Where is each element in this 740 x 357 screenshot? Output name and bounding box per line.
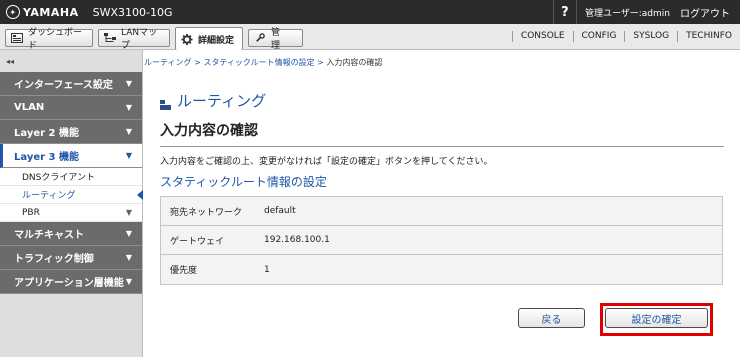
- sidebar-item-label: トラフィック制御: [14, 254, 94, 265]
- breadcrumb-link-routing[interactable]: ルーティング: [144, 58, 192, 67]
- syslog-link[interactable]: SYSLOG: [624, 31, 677, 42]
- breadcrumb-current: 入力内容の確認: [326, 58, 383, 67]
- tab-label: LANマップ: [121, 28, 158, 51]
- table-row: ゲートウェイ 192.168.100.1: [161, 226, 722, 255]
- chevron-down-icon: ▼: [125, 277, 132, 286]
- sidebar-item-multicast[interactable]: マルチキャスト ▼: [0, 222, 142, 246]
- lanmap-icon: [104, 33, 116, 43]
- sidebar-item-label: インターフェース設定: [14, 80, 113, 91]
- sidebar-collapse-button[interactable]: ◂◂: [0, 50, 142, 72]
- sidebar-item-label: アプリケーション層機能: [14, 278, 124, 289]
- chevron-down-icon: ▼: [125, 253, 132, 262]
- confirm-settings-button[interactable]: 設定の確定: [605, 308, 708, 328]
- divider: [160, 146, 724, 147]
- sidebar-subitem-routing[interactable]: ルーティング: [0, 186, 143, 204]
- tab-label: ダッシュボード: [28, 28, 83, 51]
- tab-label: 管 理: [271, 28, 290, 51]
- sidebar-subitem-label: PBR: [22, 207, 40, 218]
- chevron-down-icon: ▼: [125, 229, 132, 238]
- tab-advanced-settings[interactable]: 詳細設定: [175, 27, 243, 50]
- brand-name: YAMAHA: [23, 5, 79, 19]
- wrench-icon: [254, 33, 266, 43]
- top-bar: ✦ YAMAHA SWX3100-10G ? 管理ユーザー:admin ログアウ…: [0, 0, 740, 24]
- chevron-down-icon: ▼: [125, 127, 132, 136]
- tab-lanmap[interactable]: LANマップ: [98, 28, 170, 51]
- page-heading-icon: [160, 96, 171, 110]
- row-key-destination: 宛先ネットワーク: [170, 207, 243, 218]
- user-label: 管理ユーザー:admin: [584, 8, 670, 19]
- sidebar-item-vlan[interactable]: VLAN ▼: [0, 96, 142, 120]
- breadcrumb-link-static-route[interactable]: スタティックルート情報の設定: [203, 58, 314, 67]
- selection-marker-icon: [137, 190, 143, 200]
- sidebar-item-interface[interactable]: インターフェース設定 ▼: [0, 72, 142, 96]
- breadcrumb-separator: >: [314, 58, 327, 67]
- row-value-gateway: 192.168.100.1: [264, 235, 330, 245]
- chevron-down-icon: ▼: [125, 151, 132, 160]
- dashboard-icon: [11, 33, 23, 43]
- console-link[interactable]: CONSOLE: [511, 31, 573, 42]
- gear-icon: [181, 34, 193, 45]
- chevron-down-icon: ▼: [125, 79, 132, 88]
- tab-label: 詳細設定: [198, 35, 235, 46]
- tab-dashboard[interactable]: ダッシュボード: [5, 28, 93, 51]
- yamaha-emblem-icon: ✦: [6, 5, 20, 19]
- config-link[interactable]: CONFIG: [572, 31, 625, 42]
- breadcrumb: ルーティング > スタティックルート情報の設定 > 入力内容の確認: [144, 57, 382, 68]
- chevron-down-icon: ▼: [125, 103, 132, 112]
- techinfo-link[interactable]: TECHINFO: [677, 31, 740, 42]
- page-subtitle: 入力内容の確認: [160, 123, 258, 139]
- chevron-down-icon: ▼: [125, 208, 132, 217]
- tab-bar: ダッシュボード LANマップ 詳細設定 管 理 CONSOLE CONFIG S…: [0, 24, 740, 51]
- main-content: ルーティング > スタティックルート情報の設定 > 入力内容の確認 ルーティング…: [144, 50, 740, 357]
- yamaha-logo: ✦ YAMAHA: [0, 5, 79, 19]
- row-key-priority: 優先度: [170, 266, 198, 276]
- sidebar-subitem-pbr[interactable]: PBR ▼: [0, 204, 142, 222]
- sidebar-item-layer3[interactable]: Layer 3 機能 ▼: [0, 144, 142, 168]
- help-button[interactable]: ?: [552, 0, 577, 24]
- section-title: スタティックルート情報の設定: [160, 175, 327, 189]
- table-row: 優先度 1: [161, 255, 722, 284]
- sidebar-item-label: Layer 3 機能: [14, 152, 79, 163]
- sidebar-item-label: Layer 2 機能: [14, 128, 79, 139]
- sidebar-subitem-label: ルーティング: [22, 191, 76, 201]
- page-title: ルーティング: [177, 92, 267, 110]
- row-key-gateway: ゲートウェイ: [170, 236, 225, 247]
- table-row: 宛先ネットワーク default: [161, 197, 722, 226]
- sidebar-item-label: マルチキャスト: [14, 230, 84, 241]
- tab-management[interactable]: 管 理: [248, 28, 303, 51]
- back-button[interactable]: 戻る: [518, 308, 585, 328]
- model-name: SWX3100-10G: [92, 5, 173, 19]
- sidebar-item-label: VLAN: [14, 102, 45, 113]
- sidebar-subitem-label: DNSクライアント: [22, 173, 96, 183]
- sidebar-item-traffic-control[interactable]: トラフィック制御 ▼: [0, 246, 142, 270]
- confirmation-table: 宛先ネットワーク default ゲートウェイ 192.168.100.1 優先…: [160, 196, 723, 285]
- row-value-destination: default: [264, 206, 296, 216]
- logout-link[interactable]: ログアウト: [680, 5, 730, 20]
- row-value-priority: 1: [264, 264, 270, 275]
- page-description: 入力内容をご確認の上、変更がなければ「設定の確定」ボタンを押してください。: [160, 157, 493, 167]
- sidebar-item-layer2[interactable]: Layer 2 機能 ▼: [0, 120, 142, 144]
- breadcrumb-separator: >: [191, 58, 204, 67]
- sidebar: ◂◂ インターフェース設定 ▼ VLAN ▼ Layer 2 機能 ▼ Laye…: [0, 50, 143, 357]
- sidebar-item-application-layer[interactable]: アプリケーション層機能 ▼: [0, 270, 142, 294]
- utility-links: CONSOLE CONFIG SYSLOG TECHINFO: [511, 24, 740, 49]
- page-heading: ルーティング: [160, 90, 266, 111]
- sidebar-subitem-dns-client[interactable]: DNSクライアント: [0, 168, 142, 186]
